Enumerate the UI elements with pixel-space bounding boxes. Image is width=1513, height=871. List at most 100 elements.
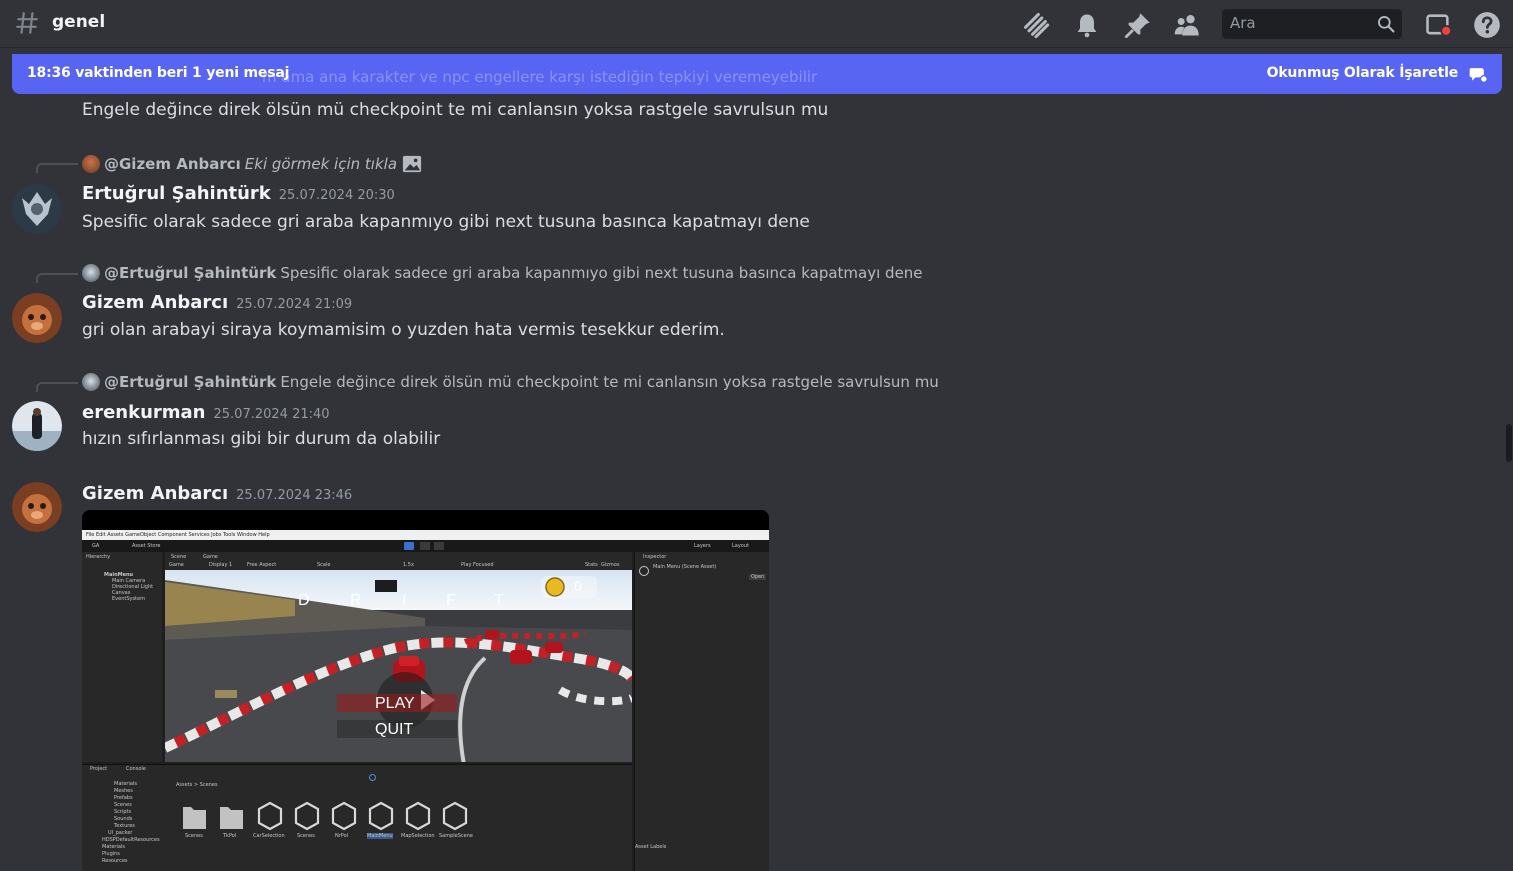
avatar[interactable] [12,293,62,343]
author-name[interactable]: Ertuğrul Şahintürk [82,183,271,204]
game-viewport: D R I F T 0 PLAY QUIT [165,570,632,762]
reply-spine [36,273,78,283]
game-title-letter: I [402,592,407,609]
reply-text[interactable]: Engele değince direk ölsün mü checkpoint… [280,373,938,391]
coin-counter: 0 [574,578,582,594]
message-author[interactable]: erenkurman 25.07.2024 21:40 [82,402,330,423]
folder-item: Meshes [114,788,133,794]
search-icon [1378,16,1395,33]
asset-label-selected: MainMenu [367,833,393,839]
inspector-open-button: Open [749,574,767,580]
message-text: hızın sıfırlanması gibi bir durum da ola… [82,429,441,449]
project-breadcrumb: Assets > Scenes [176,782,218,788]
notification-bell-icon[interactable] [1073,11,1101,39]
display-dropdown: Display 1 [209,562,233,568]
reply-author[interactable]: @Ertuğrul Şahintürk [104,373,276,391]
inspector-title: Main Menu (Scene Asset) [653,564,717,570]
member-list-icon[interactable] [1173,11,1201,39]
hierarchy-panel: Hierarchy MainMenu Main Camera Direction… [82,552,162,762]
message-timestamp: 25.07.2024 20:30 [278,188,395,203]
reply-preview[interactable]: @Ertuğrul Şahintürk Spesific olarak sade… [82,264,923,282]
loading-indicator-icon [369,774,376,781]
message-timestamp: 25.07.2024 23:46 [236,488,353,503]
game-dropdown: Game [169,562,184,568]
asset-label: TkPol [223,833,237,839]
folder-item: Sounds [114,816,133,822]
unity-scene-icon [639,566,649,576]
project-tab: Project [90,766,108,772]
message-author[interactable]: Gizem Anbarcı 25.07.2024 23:46 [82,483,352,504]
asset-label: CarSelection [253,833,285,839]
game-title-letter: R [350,592,362,609]
search-input[interactable]: Ara [1222,9,1402,39]
folder-item: Materials [102,844,125,850]
asset-labels-label: Asset Labels [635,844,667,850]
mark-read-icon[interactable] [1468,64,1488,84]
hashtag-icon [16,12,38,34]
reply-text[interactable]: Spesific olarak sadece gri araba kapanmı… [280,264,922,282]
message-text: gri olan arabayi siraya koymamisim o yuz… [82,320,725,340]
asset-label: Scenes [185,833,203,839]
reply-preview[interactable]: @Gizem Anbarcı Eki görmek için tıkla [82,154,423,174]
asset-label: Scenes [297,833,315,839]
console-tab: Console [126,766,146,772]
scrollbar-thumb[interactable] [1506,424,1512,462]
scale-label: Scale [317,562,331,568]
inspector-tab: Inspector [643,554,667,560]
reply-author[interactable]: @Ertuğrul Şahintürk [104,264,276,282]
folder-item: UI_packer [108,830,133,836]
unity-toolbar: GA Asset Store Layers Layout [82,540,769,552]
gizmos-toggle: Gizmos [601,562,620,568]
reply-preview[interactable]: @Ertuğrul Şahintürk Engele değince direk… [82,373,939,391]
message-author[interactable]: Gizem Anbarcı 25.07.2024 21:09 [82,292,352,313]
image-attachment[interactable]: File Edit Assets GameObject Component Se… [82,510,769,871]
play-button: PLAY [375,695,415,712]
folder-item: Textures [114,823,135,829]
aspect-dropdown: Free Aspect [247,562,277,568]
folder-item: HDSPDefaultResources [102,837,160,843]
folder-item: Plugins [102,851,120,857]
message-timestamp: 25.07.2024 21:09 [236,297,353,312]
author-name[interactable]: Gizem Anbarcı [82,292,228,313]
project-panel: Project Console Assets > Scenes Material… [82,764,632,871]
message-author[interactable]: Ertuğrul Şahintürk 25.07.2024 20:30 [82,183,395,204]
game-title-letter: F [446,592,456,609]
new-messages-banner[interactable]: m ama ana karakter ve npc engellere karş… [12,54,1502,94]
avatar[interactable] [12,184,62,234]
asset-store-label: Asset Store [132,543,161,549]
reply-spine [36,163,78,173]
quit-button: QUIT [375,721,414,738]
banner-underlying-text: m ama ana karakter ve npc engellere karş… [262,68,818,86]
unity-menubar: File Edit Assets GameObject Component Se… [82,530,769,540]
asset-label: SampleScene [439,833,473,839]
reply-text[interactable]: Eki görmek için tıkla [245,155,397,173]
game-view-tabs: Scene Game Game Display 1 Free Aspect Sc… [165,552,632,570]
channel-name: genel [52,12,106,32]
game-tab: Game [203,554,218,560]
reply-avatar [82,373,100,391]
threads-icon[interactable] [1022,11,1050,39]
pinned-messages-icon[interactable] [1124,11,1152,39]
project-asset-grid: Scenes TkPol CarSelection Scenes NrPol M… [177,799,477,839]
avatar[interactable] [12,401,62,451]
author-name[interactable]: Gizem Anbarcı [82,483,228,504]
project-folder-tree: Materials Meshes Prefabs Scenes Scripts … [82,779,170,871]
reply-author[interactable]: @Gizem Anbarcı [104,155,241,173]
play-focused-dropdown: Play Focused [461,562,494,568]
hierarchy-tab: Hierarchy [86,554,111,560]
mark-as-read-button[interactable]: Okunmuş Olarak İşaretle [1267,65,1459,81]
new-messages-label[interactable]: 18:36 vaktinden beri 1 yeni mesaj [27,65,289,81]
help-icon[interactable] [1473,11,1501,39]
scale-value: 1.5x [403,562,414,568]
author-name[interactable]: erenkurman [82,402,206,423]
avatar[interactable] [12,482,62,532]
game-title-letter: T [494,592,504,609]
message-text: Engele değince direk ölsün mü checkpoint… [82,100,829,120]
folder-item: Materials [114,781,137,787]
message-text: Spesific olarak sadece gri araba kapanmı… [82,212,810,232]
asset-label: NrPol [335,833,349,839]
folder-item: Prefabs [114,795,133,801]
step-icon [434,542,444,550]
layers-label: Layers [694,543,711,549]
inbox-icon[interactable] [1424,11,1452,39]
